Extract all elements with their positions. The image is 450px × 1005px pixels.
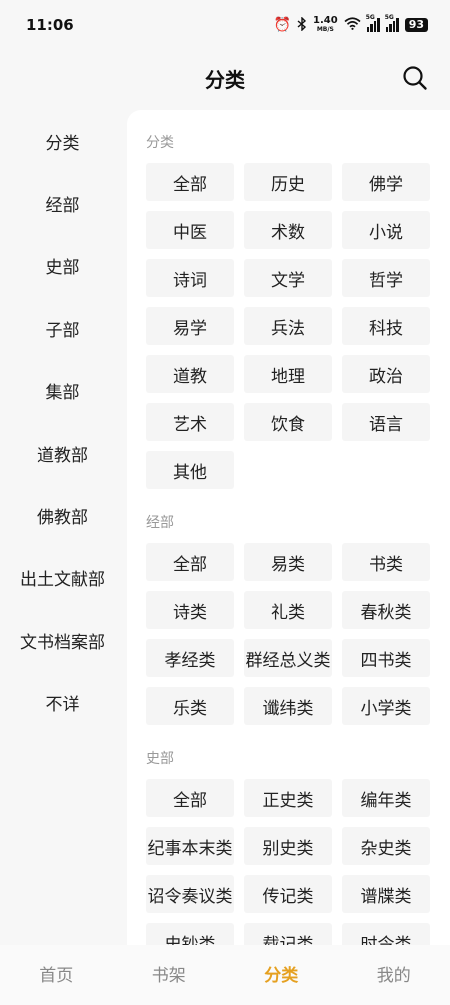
sidebar-item-label: 出土文献部 (20, 570, 105, 591)
status-bar: 11:06 ⏰ 1.40 MB/S 5G 5G 93 (0, 0, 450, 50)
sidebar-item-label: 佛教部 (37, 508, 88, 529)
tag-button[interactable]: 乐类 (146, 687, 234, 725)
signal-label-2: 5G (384, 14, 394, 21)
category-sidebar: 分类 经部 史部 子部 集部 道教部 佛教部 出土文献部 文书档案部 不详 (0, 110, 125, 945)
nav-category[interactable]: 分类 (225, 961, 337, 986)
tag-button[interactable]: 群经总义类 (244, 639, 332, 677)
tag-button[interactable]: 谱牒类 (342, 875, 430, 913)
speed-unit: MB/S (316, 26, 334, 33)
tag-button[interactable]: 小学类 (342, 687, 430, 725)
signal-icon: 5G (366, 14, 380, 32)
tag-button[interactable]: 谶纬类 (244, 687, 332, 725)
sidebar-item-fojiaobu[interactable]: 佛教部 (0, 484, 125, 546)
tag-button[interactable]: 术数 (244, 211, 332, 249)
tag-button[interactable]: 哲学 (342, 259, 430, 297)
tag-button[interactable]: 小说 (342, 211, 430, 249)
tag-button[interactable]: 佛学 (342, 163, 430, 201)
header: 分类 (0, 50, 450, 106)
alarm-icon: ⏰ (273, 17, 291, 33)
section-fenlei: 分类 全部 历史 佛学 中医 术数 小说 诗词 文学 哲学 易学 兵法 科技 道… (146, 133, 432, 489)
sidebar-item-label: 史部 (45, 258, 80, 279)
sidebar-item-label: 经部 (45, 196, 80, 217)
tag-grid: 全部 易类 书类 诗类 礼类 春秋类 孝经类 群经总义类 四书类 乐类 谶纬类 … (146, 543, 432, 725)
tag-button[interactable]: 易类 (244, 543, 332, 581)
search-icon (403, 66, 427, 90)
tag-button[interactable]: 诏令奏议类 (146, 875, 234, 913)
sidebar-item-label: 不详 (45, 695, 80, 716)
sidebar-item-chutu[interactable]: 出土文献部 (0, 547, 125, 609)
section-shibu: 史部 全部 正史类 编年类 纪事本末类 别史类 杂史类 诏令奏议类 传记类 谱牒… (146, 749, 432, 945)
sidebar-item-daojiaobu[interactable]: 道教部 (0, 422, 125, 484)
nav-mine[interactable]: 我的 (338, 961, 450, 986)
tag-button[interactable]: 时令类 (342, 923, 430, 945)
wifi-icon (344, 17, 361, 33)
tag-button[interactable]: 诗类 (146, 591, 234, 629)
tag-button[interactable]: 政治 (342, 355, 430, 393)
tag-button[interactable]: 杂史类 (342, 827, 430, 865)
page-title: 分类 (205, 67, 245, 92)
tag-button[interactable]: 编年类 (342, 779, 430, 817)
sidebar-item-jingbu[interactable]: 经部 (0, 172, 125, 234)
section-jingbu: 经部 全部 易类 书类 诗类 礼类 春秋类 孝经类 群经总义类 四书类 乐类 谶… (146, 513, 432, 725)
sidebar-item-wenshu[interactable]: 文书档案部 (0, 609, 125, 671)
tag-button[interactable]: 纪事本末类 (146, 827, 234, 865)
tag-button[interactable]: 诗词 (146, 259, 234, 297)
tag-button[interactable]: 传记类 (244, 875, 332, 913)
tag-button[interactable]: 文学 (244, 259, 332, 297)
nav-home[interactable]: 首页 (0, 961, 112, 986)
tag-button[interactable]: 全部 (146, 543, 234, 581)
category-panel: 分类 全部 历史 佛学 中医 术数 小说 诗词 文学 哲学 易学 兵法 科技 道… (127, 110, 450, 945)
tag-button[interactable]: 史钞类 (146, 923, 234, 945)
sidebar-item-label: 道教部 (37, 445, 88, 466)
section-title: 史部 (146, 751, 174, 767)
sidebar-item-zibu[interactable]: 子部 (0, 297, 125, 359)
tag-button[interactable]: 艺术 (146, 403, 234, 441)
sidebar-item-label: 子部 (45, 320, 80, 341)
sidebar-item-fenlei[interactable]: 分类 (0, 110, 125, 172)
search-button[interactable] (400, 63, 430, 93)
tag-button[interactable]: 孝经类 (146, 639, 234, 677)
tag-button[interactable]: 科技 (342, 307, 430, 345)
tag-button[interactable]: 全部 (146, 163, 234, 201)
status-icons: ⏰ 1.40 MB/S 5G 5G 93 (273, 14, 428, 34)
bluetooth-icon (297, 15, 307, 34)
bottom-nav: 首页 书架 分类 我的 (0, 945, 450, 1005)
tag-button[interactable]: 全部 (146, 779, 234, 817)
tag-button[interactable]: 其他 (146, 451, 234, 489)
tag-button[interactable]: 别史类 (244, 827, 332, 865)
tag-button[interactable]: 礼类 (244, 591, 332, 629)
tag-button[interactable]: 正史类 (244, 779, 332, 817)
tag-grid: 全部 历史 佛学 中医 术数 小说 诗词 文学 哲学 易学 兵法 科技 道教 地… (146, 163, 432, 489)
sidebar-item-jibu[interactable]: 集部 (0, 360, 125, 422)
nav-bookshelf[interactable]: 书架 (113, 961, 225, 986)
sidebar-item-label: 文书档案部 (20, 632, 105, 653)
status-time: 11:06 (26, 16, 74, 34)
speed-value: 1.40 (313, 15, 338, 26)
tag-button[interactable]: 历史 (244, 163, 332, 201)
sidebar-item-label: 集部 (45, 383, 80, 404)
network-speed: 1.40 MB/S (313, 16, 338, 34)
tag-button[interactable]: 语言 (342, 403, 430, 441)
tag-button[interactable]: 书类 (342, 543, 430, 581)
section-title: 分类 (146, 135, 174, 151)
tag-button[interactable]: 易学 (146, 307, 234, 345)
tag-button[interactable]: 道教 (146, 355, 234, 393)
tag-button[interactable]: 兵法 (244, 307, 332, 345)
signal-icon-2: 5G (385, 14, 399, 32)
tag-button[interactable]: 载记类 (244, 923, 332, 945)
tag-button[interactable]: 春秋类 (342, 591, 430, 629)
section-title: 经部 (146, 515, 174, 531)
signal-label: 5G (365, 14, 375, 21)
sidebar-item-shibu[interactable]: 史部 (0, 235, 125, 297)
tag-grid: 全部 正史类 编年类 纪事本末类 别史类 杂史类 诏令奏议类 传记类 谱牒类 史… (146, 779, 432, 945)
battery-indicator: 93 (404, 18, 428, 32)
sidebar-item-buxiang[interactable]: 不详 (0, 672, 125, 734)
tag-button[interactable]: 四书类 (342, 639, 430, 677)
tag-button[interactable]: 地理 (244, 355, 332, 393)
sidebar-item-label: 分类 (45, 133, 80, 154)
tag-button[interactable]: 饮食 (244, 403, 332, 441)
tag-button[interactable]: 中医 (146, 211, 234, 249)
